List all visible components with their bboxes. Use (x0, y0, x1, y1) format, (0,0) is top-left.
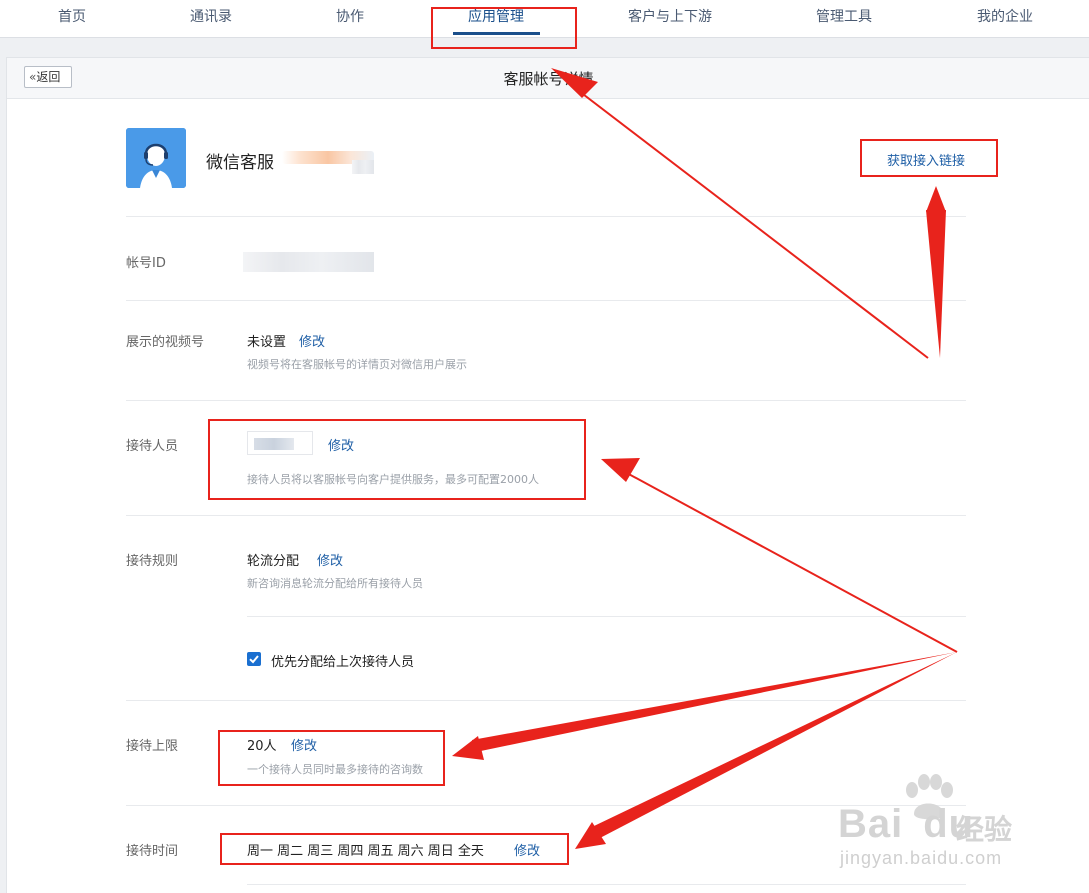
video-channel-value: 未设置 (247, 335, 287, 350)
nav-collaboration[interactable]: 协作 (336, 0, 364, 37)
reception-staff-label: 接待人员 (126, 439, 179, 454)
watermark-cn: 经验 (956, 813, 1013, 846)
panel-header: «返回 客服帐号详情 (7, 58, 1089, 99)
redacted-account-name-tail (352, 160, 374, 174)
nav-admin-tools[interactable]: 管理工具 (816, 0, 872, 37)
nav-customers-partners[interactable]: 客户与上下游 (628, 0, 712, 37)
divider (126, 515, 966, 516)
watermark-url: jingyan.baidu.com (840, 848, 1003, 868)
reception-rule-description: 新咨询消息轮流分配给所有接待人员 (247, 577, 423, 590)
annotation-box-reception-limit (218, 730, 445, 786)
divider (126, 216, 966, 217)
video-channel-label: 展示的视频号 (126, 335, 205, 350)
account-id-label: 帐号ID (126, 256, 166, 271)
checkmark-icon (249, 655, 259, 664)
reception-limit-label: 接待上限 (126, 739, 179, 754)
annotation-box-reception-staff (208, 419, 586, 500)
watermark-brand: Bai du (838, 802, 975, 846)
annotation-box-reception-time (220, 833, 569, 865)
headset-agent-icon (126, 128, 186, 188)
reception-time-label: 接待时间 (126, 844, 179, 859)
nav-home[interactable]: 首页 (58, 0, 86, 37)
nav-my-enterprise[interactable]: 我的企业 (977, 0, 1033, 37)
divider (126, 400, 966, 401)
reception-rule-edit-link[interactable]: 修改 (317, 550, 343, 569)
priority-last-agent-label[interactable]: 优先分配给上次接待人员 (271, 651, 414, 670)
annotation-box-get-link (860, 139, 998, 177)
nav-contacts[interactable]: 通讯录 (190, 0, 232, 37)
divider (126, 300, 966, 301)
redacted-account-id (243, 252, 374, 272)
reception-rule-label: 接待规则 (126, 554, 179, 569)
reception-rule-value: 轮流分配 (247, 554, 300, 569)
annotation-box-app-management (431, 7, 577, 49)
divider (247, 884, 966, 885)
video-channel-description: 视频号将在客服帐号的详情页对微信用户展示 (247, 358, 467, 371)
priority-last-agent-checkbox[interactable] (247, 652, 261, 666)
video-channel-edit-link[interactable]: 修改 (299, 331, 325, 350)
divider (247, 616, 966, 617)
page-title: 客服帐号详情 (503, 70, 594, 88)
customer-service-avatar (126, 128, 186, 188)
account-name: 微信客服 (206, 153, 274, 173)
baidu-jingyan-watermark: Bai du 经验 jingyan.baidu.com (838, 774, 1048, 874)
divider (126, 700, 966, 701)
